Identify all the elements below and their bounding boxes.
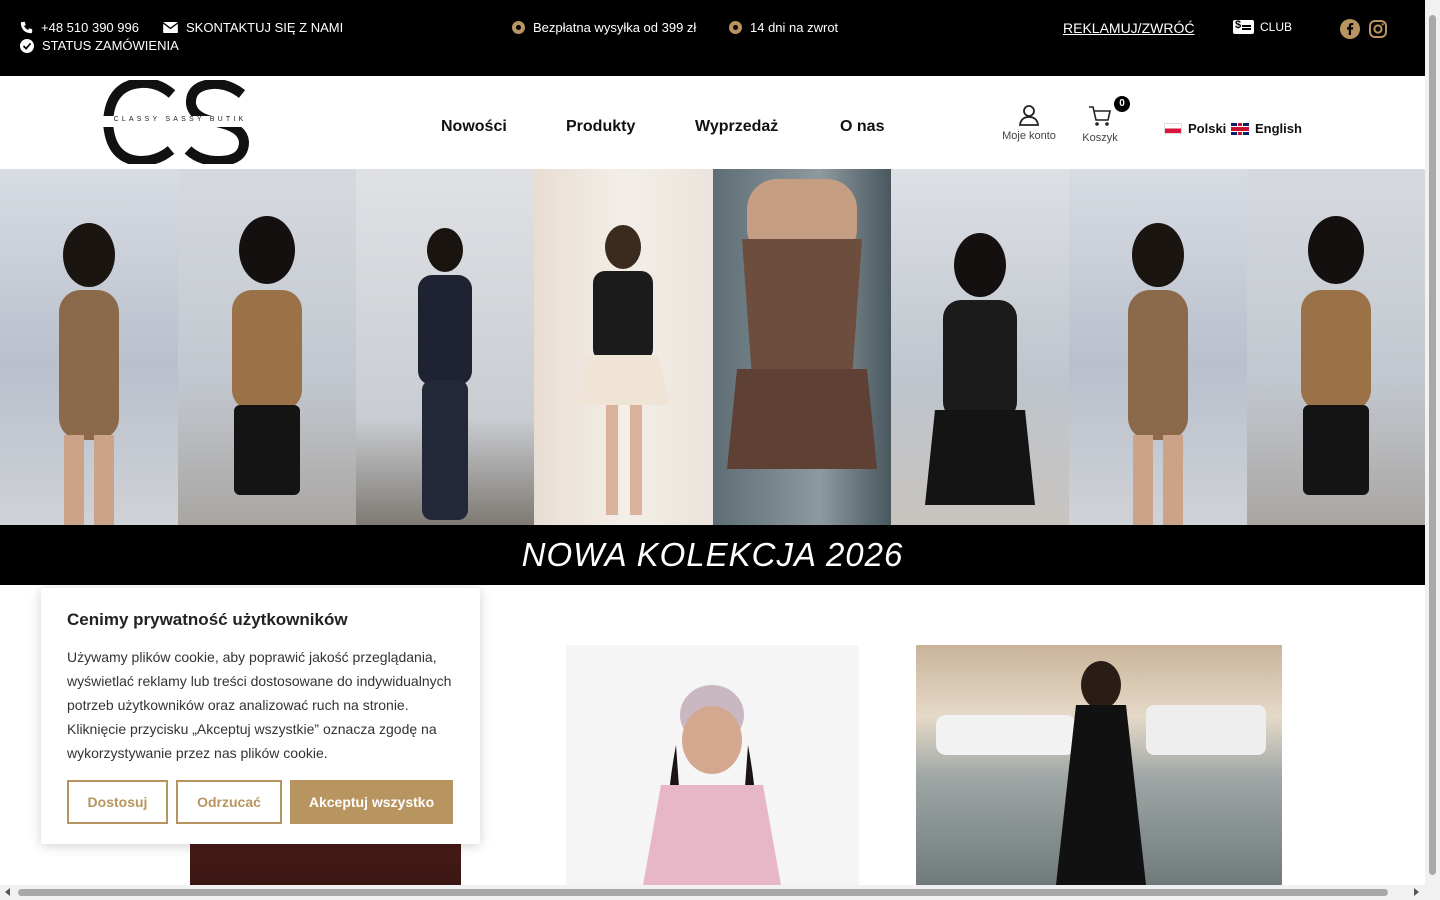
lang-label: Polski	[1188, 121, 1227, 136]
returns-text: 14 dni na zwrot	[750, 20, 839, 35]
cookie-title: Cenimy prywatność użytkowników	[67, 610, 348, 629]
customize-button[interactable]: Dostosuj	[67, 780, 168, 824]
top-bar: +48 510 390 996 SKONTAKTUJ SIĘ Z NAMI ST…	[0, 0, 1425, 76]
phone-number: +48 510 390 996	[41, 20, 139, 35]
lang-english[interactable]: English	[1231, 121, 1302, 136]
main-header: CLASSY SASSY BUTIK Nowości Produkty Wypr…	[0, 76, 1425, 169]
user-icon	[1018, 105, 1040, 126]
card-icon	[1233, 19, 1254, 34]
check-circle-icon	[20, 38, 34, 53]
scroll-left-arrow-icon[interactable]	[5, 888, 10, 896]
returns-info: 14 dni na zwrot	[729, 20, 838, 35]
hero-image	[356, 169, 535, 525]
uk-flag-icon	[1231, 122, 1249, 135]
cart-label: Koszyk	[1082, 132, 1118, 144]
facebook-icon[interactable]	[1340, 19, 1360, 39]
nav-item-wyprzedaz[interactable]: Wyprzedaż	[695, 118, 778, 136]
envelope-icon	[163, 22, 178, 33]
hero-image	[1068, 169, 1247, 525]
hero-image	[178, 169, 357, 525]
product-image[interactable]	[916, 645, 1282, 885]
account-link[interactable]: Moje konto	[999, 104, 1059, 142]
nav-item-o-nas[interactable]: O nas	[840, 118, 884, 136]
club-label: CLUB	[1260, 20, 1293, 34]
bullet-icon	[729, 21, 742, 34]
scrollbar-thumb[interactable]	[1429, 15, 1436, 875]
poland-flag-icon	[1164, 123, 1182, 134]
lang-label: English	[1255, 121, 1302, 136]
reject-button[interactable]: Odrzucać	[176, 780, 282, 824]
contact-label: SKONTAKTUJ SIĘ Z NAMI	[186, 20, 344, 35]
hero-image	[890, 169, 1069, 525]
order-status-label: STATUS ZAMÓWIENIA	[42, 38, 179, 53]
product-image[interactable]	[566, 645, 859, 885]
bullet-icon	[512, 21, 525, 34]
vertical-scrollbar[interactable]	[1425, 0, 1440, 900]
complaint-link[interactable]: REKLAMUJ/ZWRÓĆ	[1063, 20, 1194, 36]
order-status-link[interactable]: STATUS ZAMÓWIENIA	[20, 38, 179, 53]
hero-image	[1246, 169, 1425, 525]
hero-image	[712, 169, 891, 525]
horizontal-scrollbar[interactable]	[0, 885, 1425, 900]
cookie-consent-dialog: Cenimy prywatność użytkowników Używamy p…	[41, 588, 480, 844]
hero-gallery[interactable]	[0, 169, 1425, 525]
cart-count-badge: 0	[1114, 96, 1130, 112]
club-link[interactable]: CLUB	[1233, 19, 1293, 34]
logo[interactable]: CLASSY SASSY BUTIK	[96, 77, 264, 167]
accept-all-button[interactable]: Akceptuj wszystko	[290, 780, 453, 824]
nav-item-produkty[interactable]: Produkty	[566, 118, 635, 136]
instagram-icon[interactable]	[1368, 19, 1388, 39]
hero-image	[0, 169, 179, 525]
hero-image	[534, 169, 713, 525]
cookie-text: Używamy plików cookie, aby poprawić jako…	[67, 649, 452, 761]
shipping-text: Bezpłatna wysyłka od 399 zł	[533, 20, 697, 35]
cart-link[interactable]: 0 Koszyk	[1079, 96, 1130, 144]
phone-icon	[20, 21, 33, 34]
shipping-info: Bezpłatna wysyłka od 399 zł	[512, 20, 696, 35]
cart-icon	[1089, 106, 1111, 126]
scroll-right-arrow-icon[interactable]	[1414, 888, 1419, 896]
account-label: Moje konto	[1002, 130, 1056, 142]
logo-text: CLASSY SASSY BUTIK	[113, 116, 247, 123]
collection-banner[interactable]: NOWA KOLEKCJA 2026	[0, 525, 1425, 585]
lang-polski[interactable]: Polski	[1164, 121, 1226, 136]
contact-link[interactable]: SKONTAKTUJ SIĘ Z NAMI	[163, 20, 343, 35]
phone-link[interactable]: +48 510 390 996	[20, 20, 139, 35]
scrollbar-thumb[interactable]	[18, 889, 1388, 896]
nav-item-nowosci[interactable]: Nowości	[441, 118, 507, 136]
